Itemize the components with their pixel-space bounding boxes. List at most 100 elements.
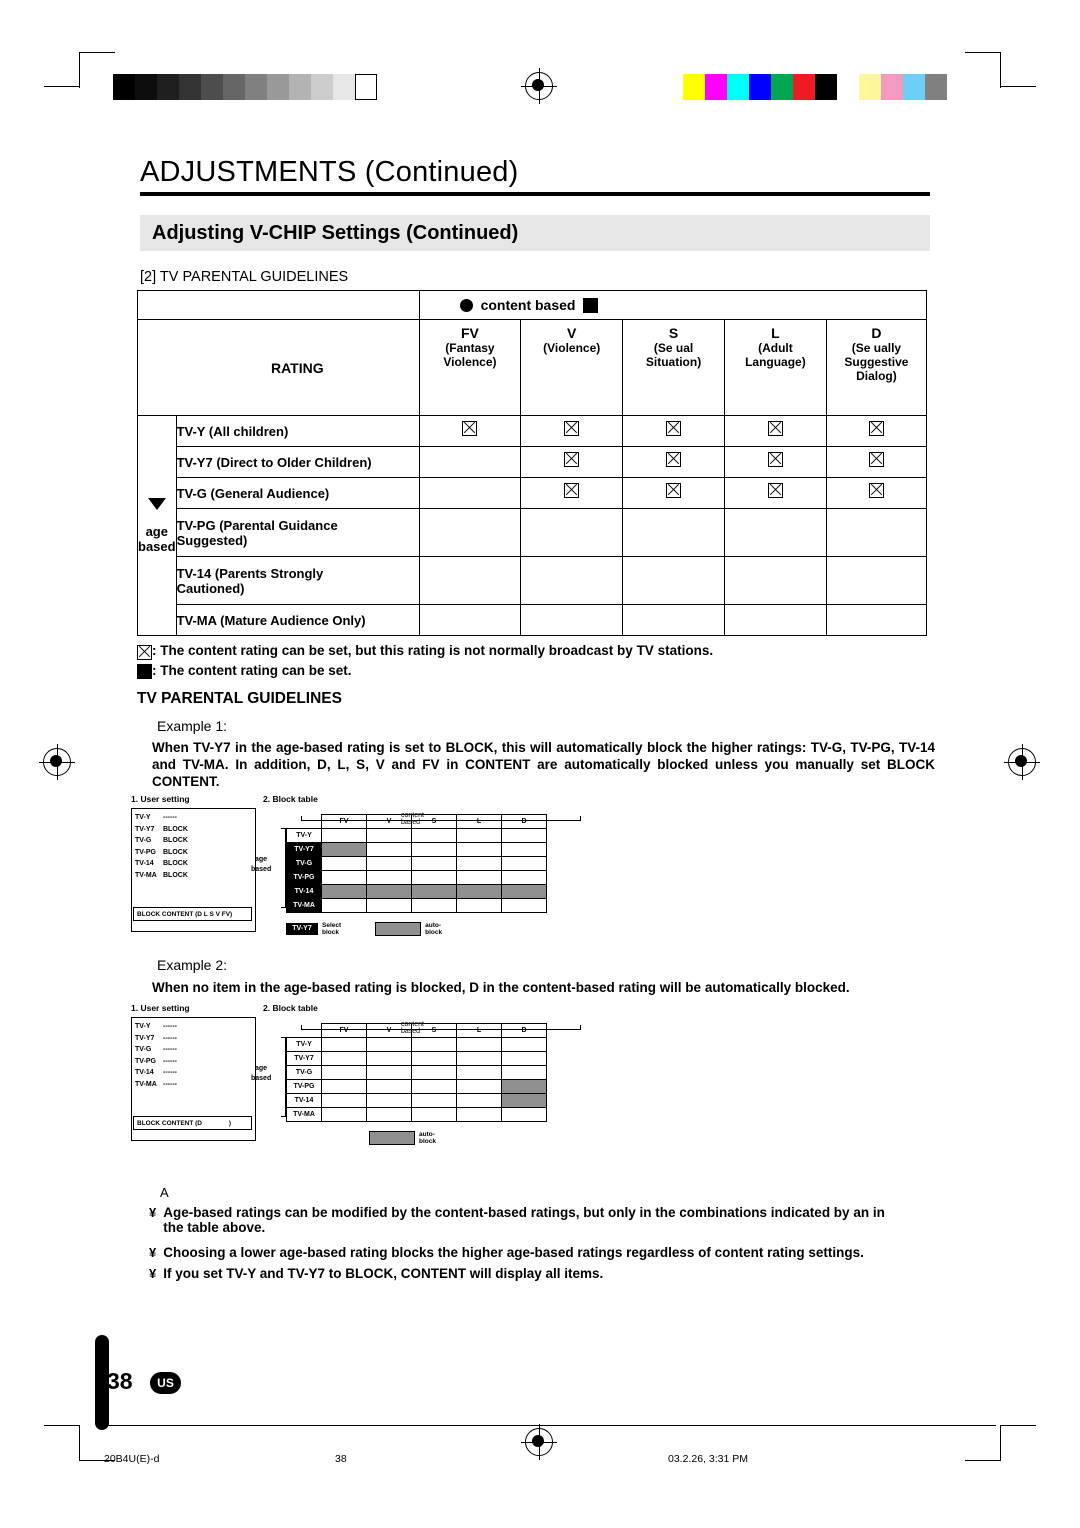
- example-1-text: When TV-Y7 in the age-based rating is se…: [152, 740, 935, 789]
- footnote-bullet: ¥: [149, 1266, 157, 1281]
- region-badge: US: [150, 1372, 181, 1394]
- cell-mark: [825, 415, 928, 447]
- note-line-1: : The content rating can be set, but thi…: [137, 643, 713, 660]
- col-desc-s-2: Situation): [645, 355, 702, 369]
- age-label-2: based: [138, 538, 176, 554]
- row-label-rest: (Direct to Older Children): [212, 454, 372, 470]
- diagram2-user-setting-label: 1. User setting: [131, 1003, 190, 1013]
- cell-mark: [825, 477, 928, 509]
- diagram1-block-table-label: 2. Block table: [263, 794, 318, 804]
- diagram2-legend: auto- block: [369, 1131, 436, 1145]
- footnote-bullet: ¥: [149, 1205, 157, 1220]
- crop-mark-br-h: [1000, 1425, 1036, 1426]
- cell-empty: [418, 477, 522, 509]
- crop-mark-tl-v: [79, 52, 80, 88]
- table-row: TV-MA (Mature Audience Only): [138, 604, 928, 636]
- stray-letter-a: A: [160, 1185, 169, 1200]
- row-label-bold: TV-MA: [176, 612, 217, 628]
- color-bar: [683, 74, 947, 100]
- col-desc-s-1: (Se ual: [653, 341, 694, 355]
- col-code-l: L: [771, 325, 780, 341]
- diagram1-row: TV-G: [286, 856, 547, 871]
- diagram1-select-label2: block: [322, 929, 339, 936]
- diagram1-row: TV-14: [286, 884, 547, 899]
- row-label-line2: Suggested): [176, 532, 248, 548]
- diagram2-auto-label2: block: [419, 1138, 436, 1145]
- triangle-down-icon: [147, 497, 166, 510]
- diagram1-user-setting-label: 1. User setting: [131, 794, 190, 804]
- cell-mark: [622, 446, 725, 478]
- diagram1-row: TV-Y: [286, 828, 547, 843]
- cell-mark: [622, 477, 725, 509]
- footer-rule: [96, 1425, 996, 1426]
- x-mark-icon: [137, 645, 152, 660]
- diagram2-row: TV-PG: [286, 1079, 547, 1094]
- diagram2-auto-swatch: [369, 1131, 415, 1145]
- diagram2-user-values: TV-Y ------ TV-Y7 ------ TV-G ------ TV-PG -…: [135, 1023, 177, 1088]
- diagram2-row: TV-Y: [286, 1037, 547, 1052]
- diagram1-header-row: FV V S L D: [287, 814, 547, 829]
- col-code-v: V: [567, 325, 577, 341]
- diagram1-block-content-line: BLOCK CONTENT (D L S V FV): [133, 907, 252, 921]
- black-square-icon: [137, 664, 152, 679]
- cell-mark: [418, 415, 522, 447]
- diagram2-row: TV-MA: [286, 1107, 547, 1122]
- col-desc-v-1: (Violence): [543, 341, 601, 355]
- diagram1-row: TV-MA: [286, 898, 547, 913]
- footnote-bullet: ¥: [149, 1245, 157, 1260]
- col-desc-d-1: (Se ually: [851, 341, 902, 355]
- row-label-bold: TV-14: [176, 565, 212, 581]
- cell-empty: [723, 556, 827, 605]
- registration-dot-top: [532, 79, 544, 91]
- table-row: age based TV-Y (All children): [137, 415, 928, 636]
- footer-page-ref: 38: [335, 1453, 347, 1465]
- diagram2-row: TV-Y7: [286, 1051, 547, 1066]
- row-label-rest: (All children): [205, 423, 289, 439]
- example-2-text: When no item in the age-based rating is …: [152, 980, 850, 995]
- diagram1-auto-label2: block: [425, 929, 443, 936]
- bullet-icon: [459, 298, 473, 312]
- registration-dot-left: [50, 755, 62, 767]
- rating-header: RATING: [176, 319, 420, 416]
- black-square-icon: [583, 297, 599, 313]
- footnote-3: ¥ If you set TV-Y and TV-Y7 to BLOCK, CO…: [149, 1266, 959, 1281]
- document-page: ADJUSTMENTS (Continued) Adjusting V-CHIP…: [0, 0, 1080, 1528]
- registration-dot-right: [1015, 755, 1027, 767]
- cell-mark: [622, 415, 725, 447]
- tv-parental-guidelines-table: content based RATING FV (Fantasy Violenc…: [137, 290, 928, 636]
- registration-dot-bottom: [532, 1435, 544, 1447]
- crop-mark-br-h2: [965, 1460, 1001, 1461]
- cell-empty: [418, 556, 522, 605]
- page-number: 38: [107, 1368, 133, 1394]
- cell-empty: [723, 508, 827, 557]
- crop-mark-bl-h: [44, 1425, 80, 1426]
- table-row: TV-Y7 (Direct to Older Children): [138, 446, 928, 478]
- diagram2-block-content-line: BLOCK CONTENT (D ): [133, 1116, 252, 1130]
- grayscale-bar: [113, 74, 377, 100]
- col-desc-l-2: Language): [745, 355, 806, 369]
- example-1-label: Example 1:: [157, 718, 228, 734]
- page-subtitle: Adjusting V-CHIP Settings (Continued): [152, 222, 519, 244]
- footnote-3-text: If you set TV-Y and TV-Y7 to BLOCK, CONT…: [163, 1266, 604, 1281]
- page-title: ADJUSTMENTS (Continued): [140, 156, 519, 188]
- diagram1-row: TV-PG: [286, 870, 547, 885]
- diagram1-auto-swatch: [375, 922, 422, 936]
- row-label-rest: (General Audience): [206, 485, 330, 501]
- diagram2-row: TV-G: [286, 1065, 547, 1080]
- footnote-2: ¥ Choosing a lower age-based rating bloc…: [149, 1245, 959, 1260]
- row-label-rest: (Parents Strongly: [211, 565, 324, 581]
- note-line-2: : The content rating can be set.: [137, 663, 352, 679]
- crop-mark-br-v: [1000, 1425, 1001, 1461]
- diagram1-user-values: TV-Y ------ TV-Y7 BLOCK TV-G BLOCK TV-PG BLO…: [135, 814, 188, 879]
- diagram1-legend: TV-Y7 Select block auto- block: [286, 922, 442, 936]
- col-desc-fv-2: Violence): [443, 355, 497, 369]
- cell-empty: [418, 508, 522, 557]
- note-2-text: : The content rating can be set.: [152, 663, 352, 678]
- cell-mark: [520, 477, 624, 509]
- cell-empty: [520, 508, 624, 557]
- cell-empty: [622, 556, 725, 605]
- diagram1-select-label1: Select: [322, 922, 342, 929]
- diagram2-auto-label1: auto-: [419, 1131, 435, 1138]
- example-2-label: Example 2:: [157, 957, 228, 973]
- cell-empty: [418, 446, 522, 478]
